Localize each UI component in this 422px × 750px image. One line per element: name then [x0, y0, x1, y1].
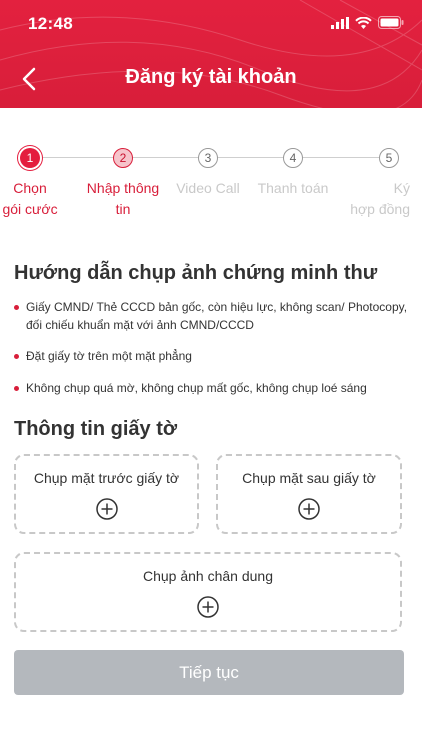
step-4-label-line1: Thanh toán [257, 180, 329, 196]
step-1-label-line2: gói cước [2, 201, 58, 217]
step-3-circle: 3 [198, 148, 218, 168]
step-2-label-line1: Nhập thông [86, 180, 160, 196]
plus-circle-icon [298, 498, 320, 520]
bullet-icon [14, 354, 19, 359]
step-4-circle: 4 [283, 148, 303, 168]
documents-title: Thông tin giấy tờ [14, 418, 178, 440]
plus-circle-icon [95, 498, 118, 520]
step-5-circle: 5 [379, 148, 399, 168]
header: 12:48 Đăng ký tài khoản [0, 0, 422, 108]
front-id-label: Chụp mặt trước giấy tờ [33, 470, 180, 486]
step-5-label: Ký hợp đồng [332, 178, 422, 220]
guide-item: Giấy CMND/ Thẻ CCCD bản gốc, còn hiệu lự… [14, 298, 410, 334]
guide-title: Hướng dẫn chụp ảnh chứng minh thư [14, 262, 378, 284]
step-2-label-line2: tin [115, 201, 131, 217]
status-time: 12:48 [28, 14, 73, 33]
step-2-circle: 2 [113, 148, 133, 168]
step-1: 1 Chọn gói cước [0, 148, 75, 220]
bullet-icon [14, 305, 19, 310]
step-4-label: Thanh toán [248, 178, 338, 199]
step-5-label-line1: Ký [393, 180, 410, 196]
guide-item-text: Đặt giấy tờ trên một mặt phẳng [26, 349, 192, 363]
status-icons [331, 16, 404, 29]
nav-bar: Đăng ký tài khoản [0, 56, 422, 102]
guide-item: Đặt giấy tờ trên một mặt phẳng [14, 347, 410, 365]
plus-circle-icon [197, 596, 219, 618]
step-3-label: Video Call [163, 178, 253, 199]
portrait-label: Chụp ảnh chân dung [143, 568, 273, 584]
guide-item: Không chụp quá mờ, không chụp mất gốc, k… [14, 379, 410, 397]
step-2-label: Nhập thông tin [78, 178, 168, 220]
page-title: Đăng ký tài khoản [125, 66, 297, 88]
signal-icon [331, 16, 349, 29]
step-2: 2 Nhập thông tin [78, 148, 168, 220]
stepper: 1 Chọn gói cước 2 Nhập thông tin 3 Video… [0, 148, 422, 228]
back-id-label: Chụp mặt sau giấy tờ [242, 470, 376, 486]
step-1-circle: 1 [20, 148, 40, 168]
portrait-upload[interactable]: Chụp ảnh chân dung [14, 552, 402, 632]
guide-item-text: Giấy CMND/ Thẻ CCCD bản gốc, còn hiệu lự… [26, 300, 408, 332]
step-1-label: Chọn gói cước [0, 178, 75, 220]
step-5: 5 Ký hợp đồng [332, 148, 422, 220]
step-1-label-line1: Chọn [13, 180, 47, 196]
step-3: 3 Video Call [163, 148, 253, 199]
step-4: 4 Thanh toán [248, 148, 338, 199]
step-3-label-line1: Video Call [176, 180, 240, 196]
continue-button[interactable]: Tiếp tục [14, 650, 404, 695]
guide-list: Giấy CMND/ Thẻ CCCD bản gốc, còn hiệu lự… [14, 298, 410, 397]
status-bar: 12:48 [0, 0, 422, 48]
step-5-label-line2: hợp đồng [350, 201, 410, 217]
guide-item-text: Không chụp quá mờ, không chụp mất gốc, k… [26, 381, 367, 395]
front-id-upload[interactable]: Chụp mặt trước giấy tờ [14, 454, 199, 534]
bullet-icon [14, 386, 19, 391]
wifi-icon [355, 16, 372, 29]
battery-icon [378, 16, 404, 29]
back-id-upload[interactable]: Chụp mặt sau giấy tờ [216, 454, 402, 534]
